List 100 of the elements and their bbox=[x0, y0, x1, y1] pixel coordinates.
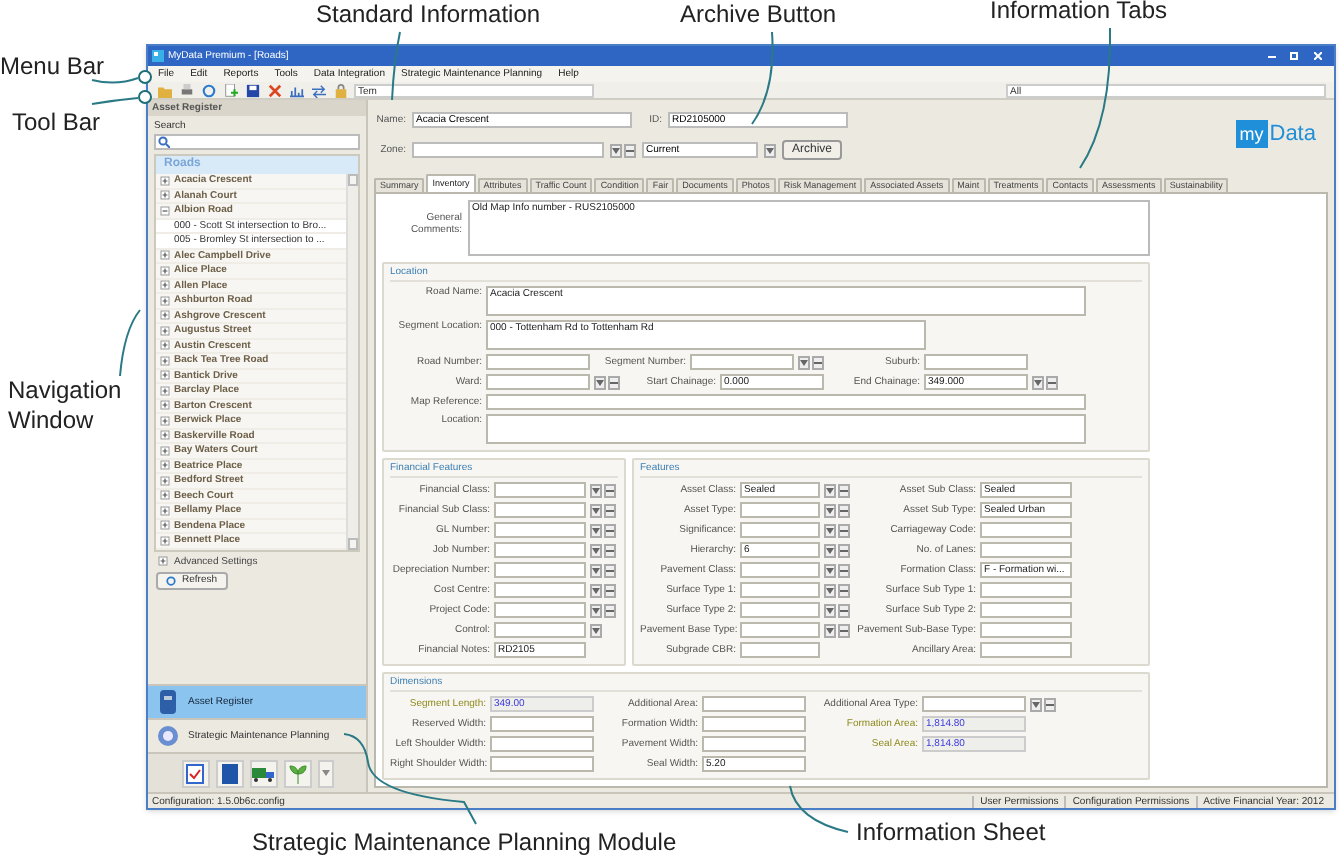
input-field[interactable] bbox=[494, 582, 586, 598]
browse-button[interactable] bbox=[604, 563, 616, 577]
toolbar-button[interactable] bbox=[266, 82, 282, 98]
browse-button[interactable] bbox=[604, 543, 616, 557]
browse-button[interactable] bbox=[604, 483, 616, 497]
input-field[interactable] bbox=[494, 602, 586, 618]
dropdown-button[interactable] bbox=[1032, 375, 1044, 389]
browse-button[interactable] bbox=[838, 523, 850, 537]
more-modules-button[interactable] bbox=[317, 759, 333, 787]
browse-button[interactable] bbox=[838, 483, 850, 497]
expand-icon[interactable] bbox=[160, 310, 170, 321]
input-field[interactable] bbox=[740, 502, 820, 518]
input-field[interactable] bbox=[494, 502, 586, 518]
input-field[interactable] bbox=[494, 482, 586, 498]
module-shortcut-button[interactable] bbox=[283, 759, 311, 787]
input-field[interactable] bbox=[980, 602, 1072, 618]
input-field[interactable] bbox=[980, 522, 1072, 538]
expand-icon[interactable] bbox=[160, 445, 170, 456]
browse-button[interactable] bbox=[838, 603, 850, 617]
input-field[interactable] bbox=[980, 642, 1072, 658]
dropdown-button[interactable] bbox=[590, 483, 602, 497]
expand-icon[interactable] bbox=[160, 490, 170, 501]
input-field[interactable] bbox=[740, 642, 820, 658]
input-field[interactable] bbox=[702, 736, 806, 752]
dropdown-button[interactable] bbox=[824, 543, 836, 557]
dropdown-button[interactable] bbox=[590, 583, 602, 597]
dropdown-button[interactable] bbox=[594, 375, 606, 389]
input-field[interactable] bbox=[980, 542, 1072, 558]
expand-icon[interactable] bbox=[160, 250, 170, 261]
browse-button[interactable] bbox=[624, 143, 636, 157]
dropdown-button[interactable] bbox=[610, 143, 622, 157]
dropdown-button[interactable] bbox=[590, 543, 602, 557]
dropdown-button[interactable] bbox=[824, 483, 836, 497]
input-field[interactable] bbox=[486, 394, 1086, 410]
input-field[interactable] bbox=[494, 622, 586, 638]
toolbar-button[interactable] bbox=[310, 82, 326, 98]
browse-button[interactable] bbox=[1044, 697, 1056, 711]
dropdown-button[interactable] bbox=[798, 355, 810, 369]
input-field[interactable] bbox=[740, 582, 820, 598]
input-field[interactable] bbox=[740, 602, 820, 618]
input-field[interactable] bbox=[490, 736, 594, 752]
browse-button[interactable] bbox=[838, 543, 850, 557]
toolbar-button[interactable] bbox=[178, 82, 194, 98]
expand-icon[interactable] bbox=[160, 430, 170, 441]
browse-button[interactable] bbox=[838, 563, 850, 577]
dropdown-button[interactable] bbox=[824, 503, 836, 517]
browse-button[interactable] bbox=[838, 503, 850, 517]
expand-icon[interactable] bbox=[160, 265, 170, 276]
search-field[interactable] bbox=[154, 134, 360, 150]
toolbar-button[interactable] bbox=[288, 82, 304, 98]
expand-icon[interactable] bbox=[160, 415, 170, 426]
input-field[interactable] bbox=[486, 354, 590, 370]
dropdown-button[interactable] bbox=[824, 603, 836, 617]
input-field[interactable] bbox=[922, 696, 1026, 712]
browse-button[interactable] bbox=[604, 523, 616, 537]
scrollbar[interactable] bbox=[346, 174, 358, 549]
input-field[interactable] bbox=[924, 354, 1028, 370]
collapse-icon[interactable] bbox=[160, 205, 170, 216]
input-field[interactable] bbox=[980, 582, 1072, 598]
dropdown-button[interactable] bbox=[590, 563, 602, 577]
input-field[interactable] bbox=[702, 696, 806, 712]
browse-button[interactable] bbox=[608, 375, 620, 389]
expand-icon[interactable] bbox=[160, 355, 170, 366]
dropdown-button[interactable] bbox=[590, 623, 602, 637]
input-field[interactable] bbox=[740, 522, 820, 538]
expand-icon[interactable] bbox=[160, 280, 170, 291]
dropdown-button[interactable] bbox=[590, 603, 602, 617]
expand-icon[interactable] bbox=[160, 325, 170, 336]
expand-icon[interactable] bbox=[160, 400, 170, 411]
expand-icon[interactable] bbox=[160, 475, 170, 486]
dropdown-button[interactable] bbox=[824, 583, 836, 597]
maximize-button[interactable] bbox=[1284, 50, 1302, 62]
toolbar-button[interactable] bbox=[244, 82, 260, 98]
browse-button[interactable] bbox=[838, 623, 850, 637]
expand-icon[interactable] bbox=[160, 340, 170, 351]
expand-icon[interactable] bbox=[160, 190, 170, 201]
browse-button[interactable] bbox=[604, 583, 616, 597]
input-field[interactable] bbox=[980, 622, 1072, 638]
dropdown-button[interactable] bbox=[1030, 697, 1042, 711]
expand-icon[interactable] bbox=[160, 370, 170, 381]
dropdown-button[interactable] bbox=[590, 523, 602, 537]
expand-icon[interactable] bbox=[160, 385, 170, 396]
expand-icon[interactable] bbox=[158, 556, 168, 566]
dropdown-button[interactable] bbox=[824, 623, 836, 637]
input-field[interactable] bbox=[740, 562, 820, 578]
module-shortcut-button[interactable] bbox=[181, 759, 209, 787]
browse-button[interactable] bbox=[838, 583, 850, 597]
dropdown-button[interactable] bbox=[824, 563, 836, 577]
input-field[interactable] bbox=[702, 716, 806, 732]
expand-icon[interactable] bbox=[160, 505, 170, 516]
input-field[interactable] bbox=[690, 354, 794, 370]
input-field[interactable] bbox=[412, 142, 604, 158]
module-shortcut-button[interactable] bbox=[249, 759, 277, 787]
dropdown-button[interactable] bbox=[590, 503, 602, 517]
browse-button[interactable] bbox=[604, 503, 616, 517]
browse-button[interactable] bbox=[604, 603, 616, 617]
browse-button[interactable] bbox=[1046, 375, 1058, 389]
input-field[interactable] bbox=[490, 756, 594, 772]
dropdown-button[interactable] bbox=[764, 143, 776, 157]
input-field[interactable] bbox=[494, 562, 586, 578]
